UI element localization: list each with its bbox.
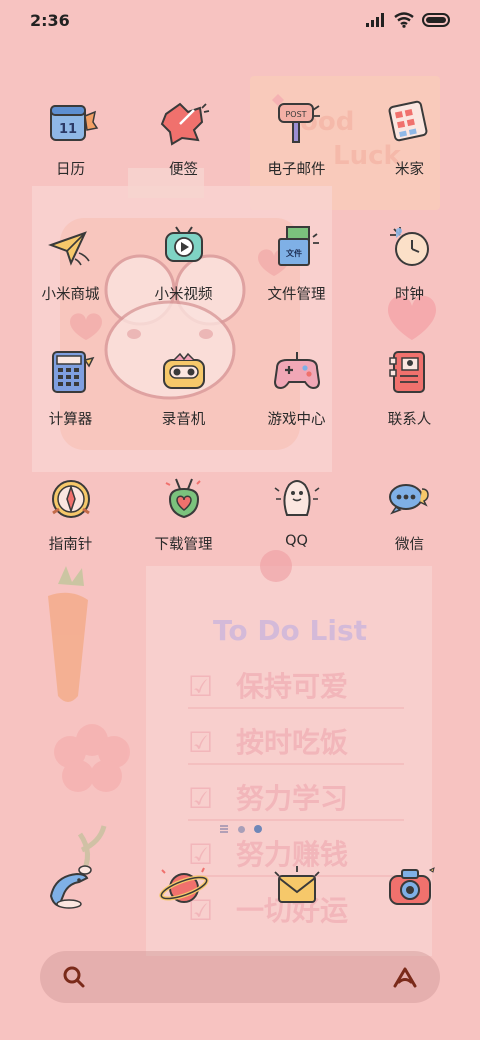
todo-item: 按时吃饭	[236, 726, 348, 759]
app-compass[interactable]: 指南针	[14, 467, 127, 592]
contacts-icon	[388, 351, 425, 393]
compass-icon	[51, 480, 90, 518]
todo-title: To Do List	[213, 614, 367, 647]
qq-icon	[274, 480, 319, 516]
app-label: 下载管理	[154, 537, 213, 553]
notes-icon	[160, 102, 209, 146]
app-label: 小米商城	[41, 287, 100, 303]
app-label: 计算器	[48, 412, 93, 428]
app-label: 米家	[395, 162, 424, 178]
mi-video-icon	[164, 226, 203, 262]
app-mi-video[interactable]: 小米视频	[127, 217, 240, 342]
app-contacts[interactable]: 联系人	[353, 342, 466, 467]
svg-text:11: 11	[58, 122, 76, 137]
page-dot-active[interactable]	[253, 825, 262, 833]
status-icons	[366, 12, 452, 28]
file-manager-icon: 文件	[277, 226, 319, 266]
app-label: 日历	[56, 162, 85, 178]
app-calculator[interactable]: 计算器	[14, 342, 127, 467]
signal-icon	[366, 13, 384, 27]
status-bar: 2:36	[0, 0, 480, 40]
app-wechat[interactable]: 微信	[353, 467, 466, 592]
calculator-icon	[51, 351, 94, 393]
app-mi-home[interactable]: 米家	[353, 92, 466, 217]
download-manager-icon	[165, 478, 201, 519]
recorder-icon	[162, 352, 205, 389]
app-label: 便签	[169, 162, 198, 178]
app-file-manager[interactable]: 文件 文件管理	[240, 217, 353, 342]
app-label: 电子邮件	[267, 162, 326, 178]
todo-item: 保持可爱	[236, 670, 348, 703]
svg-text:☑: ☑	[188, 670, 213, 703]
page-indicator[interactable]	[0, 823, 480, 835]
app-label: 文件管理	[267, 287, 326, 303]
assistant-icon[interactable]	[392, 965, 418, 989]
app-label: 指南针	[48, 537, 93, 553]
app-recorder[interactable]: 录音机	[127, 342, 240, 467]
dock-browser[interactable]	[127, 858, 240, 918]
page-dot[interactable]	[237, 825, 245, 833]
app-label: 小米视频	[154, 287, 213, 303]
svg-text:☑: ☑	[188, 782, 213, 815]
status-time: 2:36	[30, 10, 70, 30]
phone-dolphin-icon	[49, 865, 92, 909]
dock-camera[interactable]	[353, 858, 466, 918]
app-email[interactable]: POST 电子邮件	[240, 92, 353, 217]
messages-envelope-icon	[273, 866, 320, 903]
svg-text:POST: POST	[285, 110, 306, 119]
clock-icon	[389, 227, 429, 266]
search-bar[interactable]	[40, 951, 440, 1003]
page-list-icon[interactable]	[219, 824, 229, 834]
app-grid: 11 日历 便签 POST 电子邮件 米家 小米商城 小米视频 文件 文件管理 …	[14, 92, 466, 592]
flower-decor	[54, 724, 130, 792]
battery-icon	[422, 13, 450, 27]
dock-phone[interactable]	[14, 858, 127, 918]
mi-home-icon	[388, 100, 427, 142]
app-label: 联系人	[387, 412, 432, 428]
email-icon: POST	[277, 103, 320, 143]
app-notes[interactable]: 便签	[127, 92, 240, 217]
app-game-center[interactable]: 游戏中心	[240, 342, 353, 467]
mi-store-icon	[47, 231, 90, 266]
app-mi-store[interactable]: 小米商城	[14, 217, 127, 342]
svg-text:☑: ☑	[188, 726, 213, 759]
wifi-icon	[394, 12, 414, 28]
app-label: QQ	[285, 533, 308, 549]
app-clock[interactable]: 时钟	[353, 217, 466, 342]
app-label: 录音机	[161, 412, 206, 428]
dock	[14, 858, 466, 918]
app-label: 游戏中心	[267, 412, 326, 428]
svg-text:文件: 文件	[286, 248, 302, 258]
wechat-icon	[388, 484, 429, 515]
app-label: 时钟	[395, 287, 424, 303]
camera-icon	[388, 867, 435, 905]
dock-messages[interactable]	[240, 858, 353, 918]
calendar-icon: 11	[49, 105, 98, 141]
browser-planet-icon	[158, 867, 209, 903]
app-calendar[interactable]: 11 日历	[14, 92, 127, 217]
todo-item: 努力学习	[236, 782, 348, 815]
search-icon[interactable]	[62, 965, 86, 989]
app-qq[interactable]: QQ	[240, 467, 353, 592]
app-download-manager[interactable]: 下载管理	[127, 467, 240, 592]
app-label: 微信	[395, 537, 424, 553]
game-center-icon	[273, 352, 320, 390]
